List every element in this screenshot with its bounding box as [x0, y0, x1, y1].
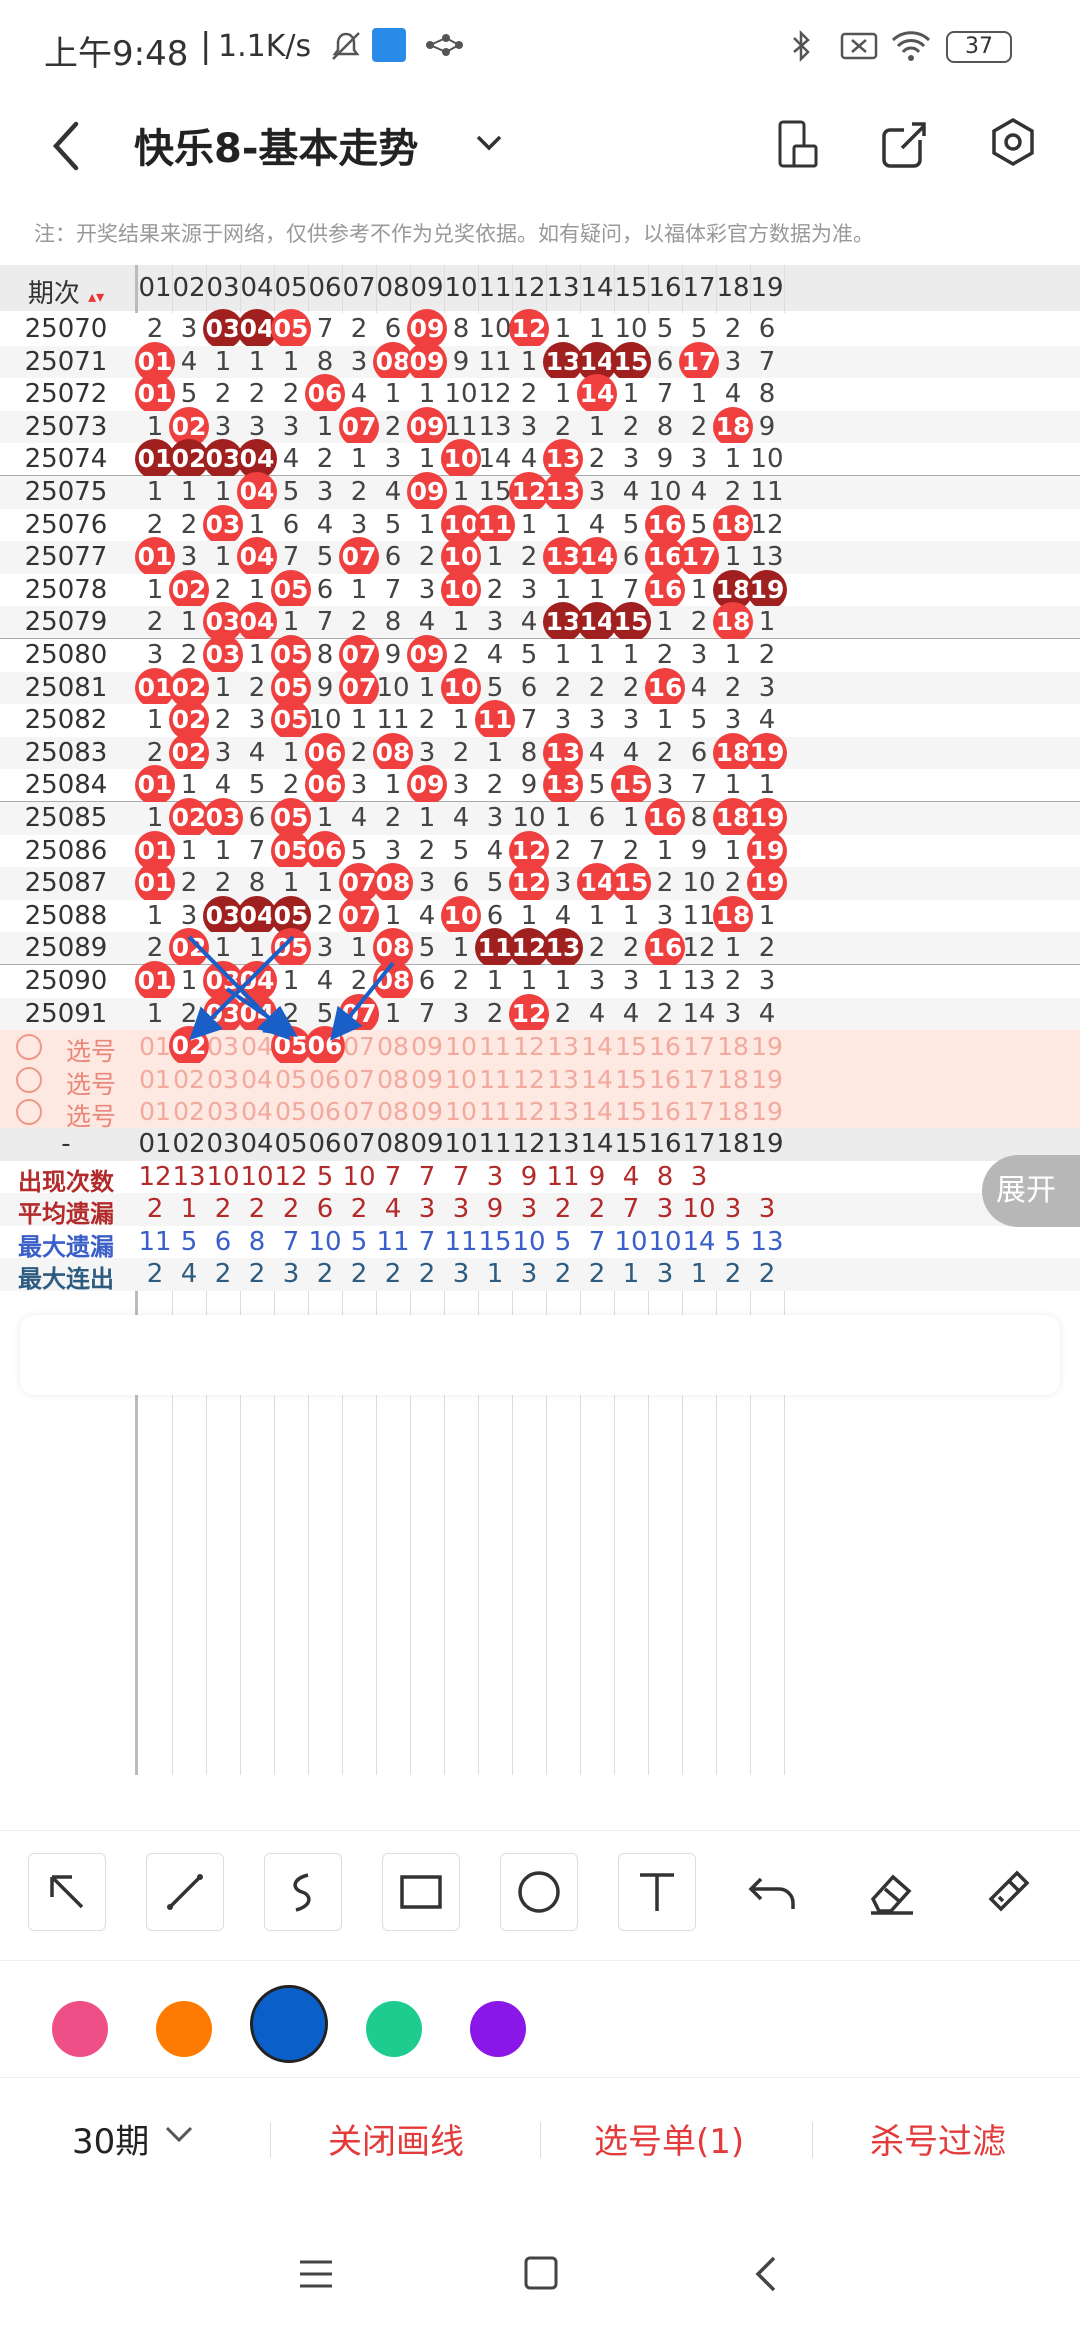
pointer-tool[interactable] — [28, 1853, 106, 1931]
back-arrow-icon[interactable] — [46, 118, 86, 174]
status-bar: 上午9:48 1.1K/s | 37 — [0, 0, 1080, 96]
line-icon — [167, 1874, 203, 1910]
curve-icon — [293, 1873, 311, 1912]
status-speed: 1.1K/s — [218, 29, 312, 64]
drawn-arrow — [225, 987, 298, 1037]
system-nav-bar — [0, 2210, 1080, 2340]
mute-bell-icon — [332, 32, 360, 60]
broom-icon — [988, 1870, 1030, 1912]
undo-tool[interactable] — [736, 1853, 814, 1931]
circle-tool[interactable] — [500, 1853, 578, 1931]
wifi-icon — [891, 31, 931, 61]
status-divider: | — [200, 26, 212, 66]
divider — [812, 2122, 813, 2158]
trend-table: 期次 ▴▾ 01 02 03 04 05 06 07 08 09 10 11 12 13 14 15 16 17 1… — [0, 265, 1080, 1775]
undo-icon — [748, 1877, 795, 1909]
divider — [540, 2122, 541, 2158]
clear-brush-tool[interactable] — [972, 1853, 1050, 1931]
share-nodes-icon — [426, 34, 463, 56]
drawn-arrow — [189, 935, 295, 1041]
period-selector[interactable]: 30期 — [72, 2114, 149, 2163]
drawn-arrow — [329, 961, 395, 1041]
drawing-toolbar — [0, 1830, 1080, 1960]
selection-list-button[interactable]: 选号单(1) — [594, 2114, 744, 2163]
color-swatch-pink[interactable] — [52, 2001, 108, 2057]
close-drawing-button[interactable]: 关闭画线 — [328, 2114, 464, 2163]
arrow-up-left-icon — [50, 1875, 84, 1909]
kill-filter-button[interactable]: 杀号过滤 — [870, 2114, 1006, 2163]
home-square-icon[interactable] — [522, 2254, 560, 2292]
bottom-action-bar: 30期 关闭画线 选号单(1) 杀号过滤 — [0, 2080, 1080, 2200]
menu-icon[interactable] — [296, 2256, 336, 2292]
rectangle-tool[interactable] — [382, 1853, 460, 1931]
bluetooth-icon — [793, 29, 810, 63]
page-title[interactable]: 快乐8-基本走势 — [134, 116, 418, 174]
app-bar: 快乐8-基本走势 — [0, 96, 1080, 208]
color-palette — [0, 1960, 1080, 2078]
color-swatch-purple[interactable] — [470, 2001, 526, 2057]
color-swatch-orange[interactable] — [156, 2001, 212, 2057]
drawn-arrows-overlay — [187, 935, 395, 1041]
status-time: 上午9:48 — [44, 34, 189, 74]
line-tool[interactable] — [146, 1853, 224, 1931]
curve-tool[interactable] — [264, 1853, 342, 1931]
disclaimer-notice: 注：开奖结果来源于网络，仅供参考不作为兑奖依据。如有疑问，以福体彩官方数据为准。 — [34, 222, 874, 246]
eraser-icon — [870, 1874, 913, 1915]
divider — [270, 2122, 271, 2158]
eraser-tool[interactable] — [854, 1853, 932, 1931]
sim-off-icon — [840, 32, 878, 60]
battery-level: 37 — [965, 34, 993, 59]
landscape-toggle-icon[interactable] — [776, 118, 820, 174]
text-tool[interactable] — [618, 1853, 696, 1931]
color-swatch-blue-selected[interactable] — [250, 1985, 328, 2063]
app-notify-icon — [372, 28, 406, 62]
text-t-icon — [640, 1873, 674, 1911]
battery-icon: 37 — [946, 31, 1012, 63]
color-swatch-green[interactable] — [366, 2001, 422, 2057]
settings-hex-icon[interactable] — [988, 116, 1038, 172]
chevron-down-icon[interactable] — [474, 128, 504, 158]
chevron-down-icon[interactable] — [164, 2124, 194, 2146]
rectangle-icon — [400, 1875, 442, 1909]
circle-icon — [518, 1871, 560, 1913]
share-icon[interactable] — [880, 118, 930, 172]
nav-back-icon[interactable] — [752, 2254, 782, 2294]
